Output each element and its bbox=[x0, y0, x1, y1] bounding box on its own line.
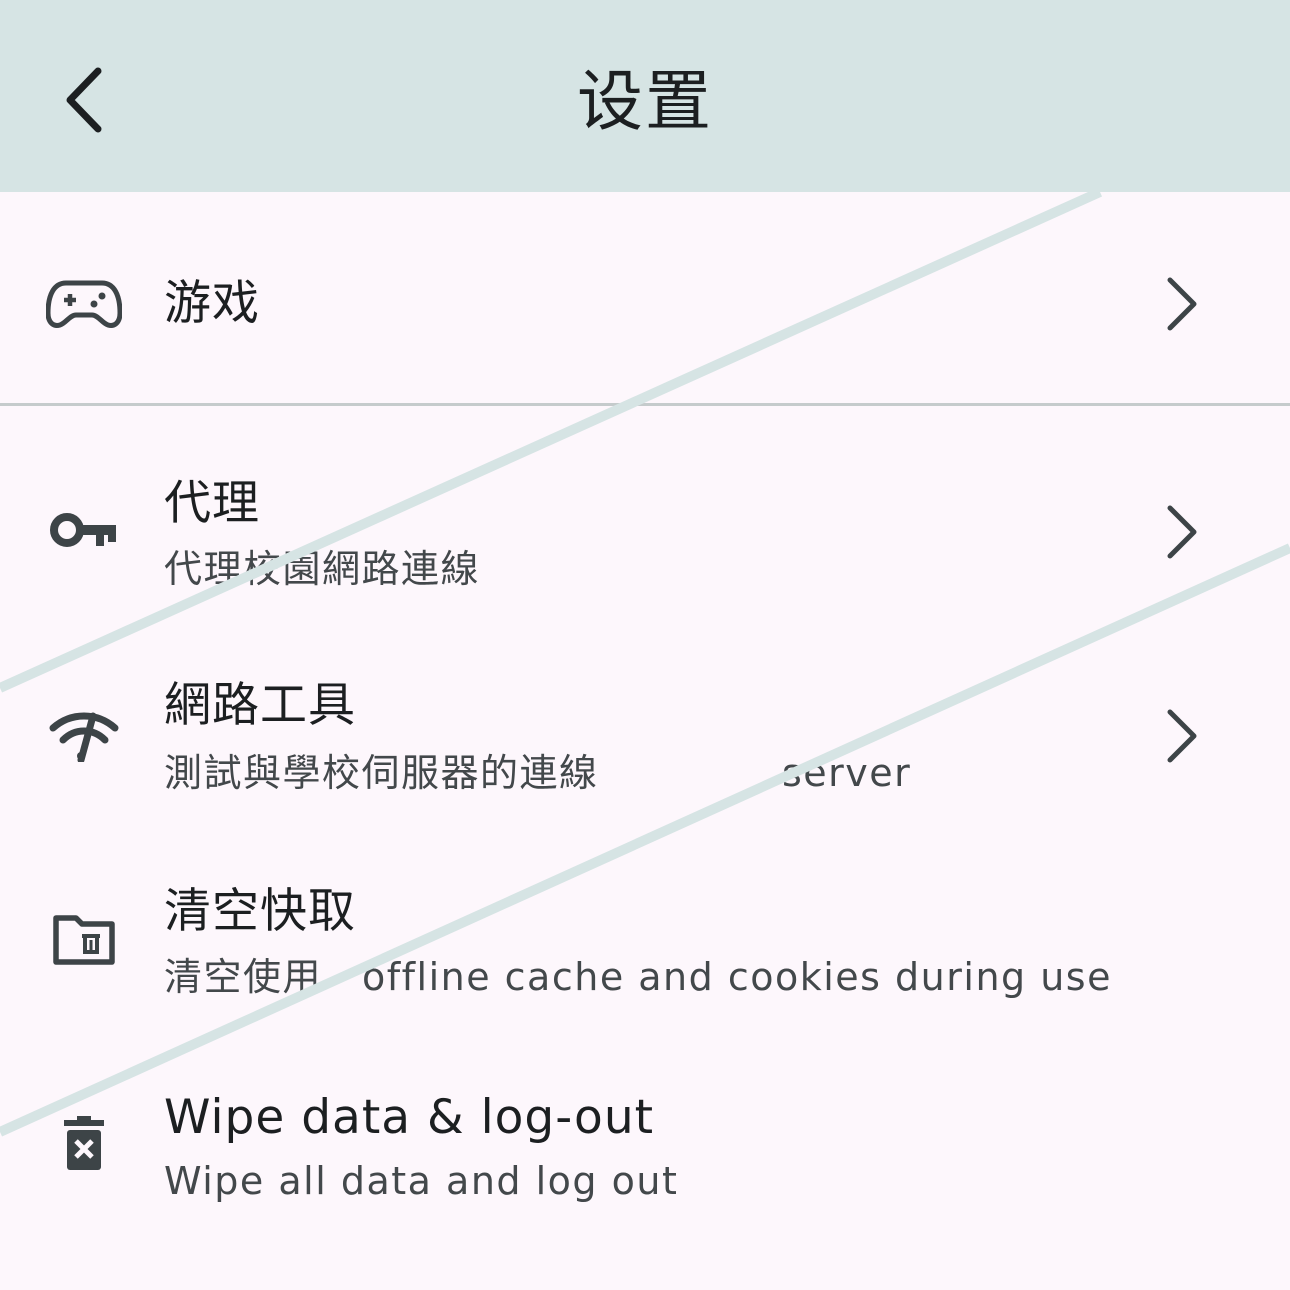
settings-item-title: 清空快取 bbox=[164, 884, 356, 939]
chevron-right-icon bbox=[1150, 492, 1214, 572]
chevron-right-icon bbox=[1150, 696, 1214, 776]
network-check-icon bbox=[44, 696, 124, 776]
settings-item-network-tools[interactable]: 網路工具 測試與學校伺服器的連線 server bbox=[0, 610, 1290, 814]
chevron-right-icon bbox=[1150, 264, 1214, 344]
key-icon bbox=[44, 490, 124, 570]
settings-item-title: 游戏 bbox=[164, 276, 260, 331]
page-title: 设置 bbox=[577, 63, 713, 140]
settings-item-title: 網路工具 bbox=[164, 678, 356, 733]
settings-item-subtitle-overlay: offline cache and cookies during use bbox=[362, 955, 1112, 999]
settings-item-subtitle: 測試與學校伺服器的連線 bbox=[164, 751, 599, 795]
settings-item-proxy[interactable]: 代理 代理校園網路連線 bbox=[0, 406, 1290, 610]
settings-item-subtitle: Wipe all data and log out bbox=[164, 1159, 679, 1203]
trash-x-icon bbox=[44, 1104, 124, 1184]
settings-item-subtitle-overlay: server bbox=[782, 751, 912, 795]
folder-delete-icon bbox=[44, 900, 124, 980]
gamepad-icon bbox=[44, 264, 124, 344]
app-bar: 设置 bbox=[0, 0, 1290, 192]
settings-item-wipe-data[interactable]: Wipe data & log-out Wipe all data and lo… bbox=[0, 1018, 1290, 1238]
settings-item-subtitle: 清空使用 bbox=[164, 955, 323, 999]
settings-item-clear-cache[interactable]: 清空快取 清空使用 offline cache and cookies duri… bbox=[0, 814, 1290, 1018]
settings-item-title: 代理 bbox=[164, 476, 260, 531]
settings-item-games[interactable]: 游戏 bbox=[0, 192, 1290, 403]
settings-item-subtitle: 代理校園網路連線 bbox=[164, 547, 481, 591]
settings-item-title: Wipe data & log-out bbox=[164, 1090, 655, 1145]
